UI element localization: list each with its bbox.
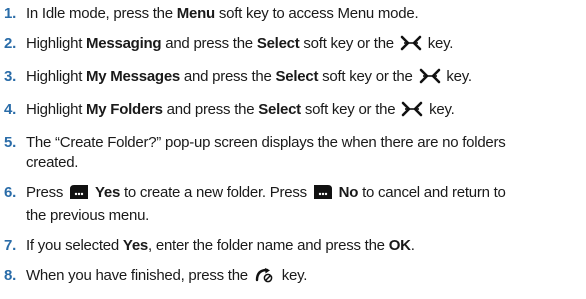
step-text: to create a new folder. Press (120, 184, 311, 201)
select-key-label: Select (258, 101, 301, 118)
step-1: 1. In Idle mode, press the Menu soft key… (0, 4, 586, 24)
left-soft-key-icon (69, 184, 89, 206)
ok-key-icon (401, 101, 423, 123)
yes-label: Yes (94, 184, 121, 201)
step-number: 6. (4, 184, 17, 201)
step-text: Highlight (26, 35, 87, 52)
step-text: soft key or the (300, 101, 400, 118)
step-3: 3. Highlight My Messages and press the S… (0, 67, 586, 90)
right-soft-key-icon (313, 184, 333, 206)
step-text: In Idle mode, press the (26, 5, 177, 22)
step-number: 7. (4, 237, 17, 254)
step-text: soft key or the (299, 35, 398, 52)
step-text: Highlight (26, 68, 87, 85)
step-text: key. (442, 68, 472, 85)
step-4: 4. Highlight My Folders and press the Se… (0, 100, 586, 123)
step-text: and press the (162, 101, 259, 118)
step-text: When you have finished, press the (26, 267, 252, 284)
step-number: 2. (4, 35, 17, 52)
menu-key-label: Menu (176, 5, 215, 22)
step-5: 5. The “Create Folder?” pop-up screen di… (0, 133, 586, 173)
step-text: Highlight (26, 101, 87, 118)
step-number: 3. (4, 68, 17, 85)
step-number: 4. (4, 101, 17, 118)
end-key-icon (254, 267, 276, 289)
step-text: soft key to access Menu mode. (214, 5, 419, 22)
step-text: created. (26, 154, 79, 171)
ok-key-icon (419, 68, 441, 90)
step-text: . (410, 237, 415, 254)
step-text: to cancel and return to (358, 184, 506, 201)
ok-label: OK (388, 237, 411, 254)
select-key-label: Select (256, 35, 300, 52)
messaging-label: Messaging (86, 35, 162, 52)
select-key-label: Select (275, 68, 319, 85)
no-label: No (338, 184, 359, 201)
instruction-steps: 1. In Idle mode, press the Menu soft key… (0, 0, 586, 299)
step-8: 8. When you have finished, press the key… (0, 266, 586, 289)
step-text: , enter the folder name and press the (148, 237, 389, 254)
step-number: 8. (4, 267, 17, 284)
step-text: key. (423, 35, 454, 52)
yes-label: Yes (122, 237, 149, 254)
step-number: 1. (4, 5, 17, 22)
step-2: 2. Highlight Messaging and press the Sel… (0, 34, 586, 57)
step-text: The “Create Folder?” pop-up screen displ… (26, 134, 506, 151)
ok-key-icon (400, 35, 422, 57)
step-text: key. (277, 267, 308, 284)
my-folders-label: My Folders (86, 101, 163, 118)
step-text: and press the (161, 35, 257, 52)
my-messages-label: My Messages (86, 68, 181, 85)
step-text: key. (425, 101, 455, 118)
step-text: soft key or the (318, 68, 417, 85)
step-text: If you selected (26, 237, 123, 254)
step-6: 6. Press Yes to create a new folder. Pre… (0, 183, 586, 226)
step-text: and press the (180, 68, 276, 85)
step-text: Press (26, 184, 68, 201)
step-number: 5. (4, 134, 17, 151)
step-7: 7. If you selected Yes, enter the folder… (0, 236, 586, 256)
step-text: the previous menu. (26, 207, 150, 224)
